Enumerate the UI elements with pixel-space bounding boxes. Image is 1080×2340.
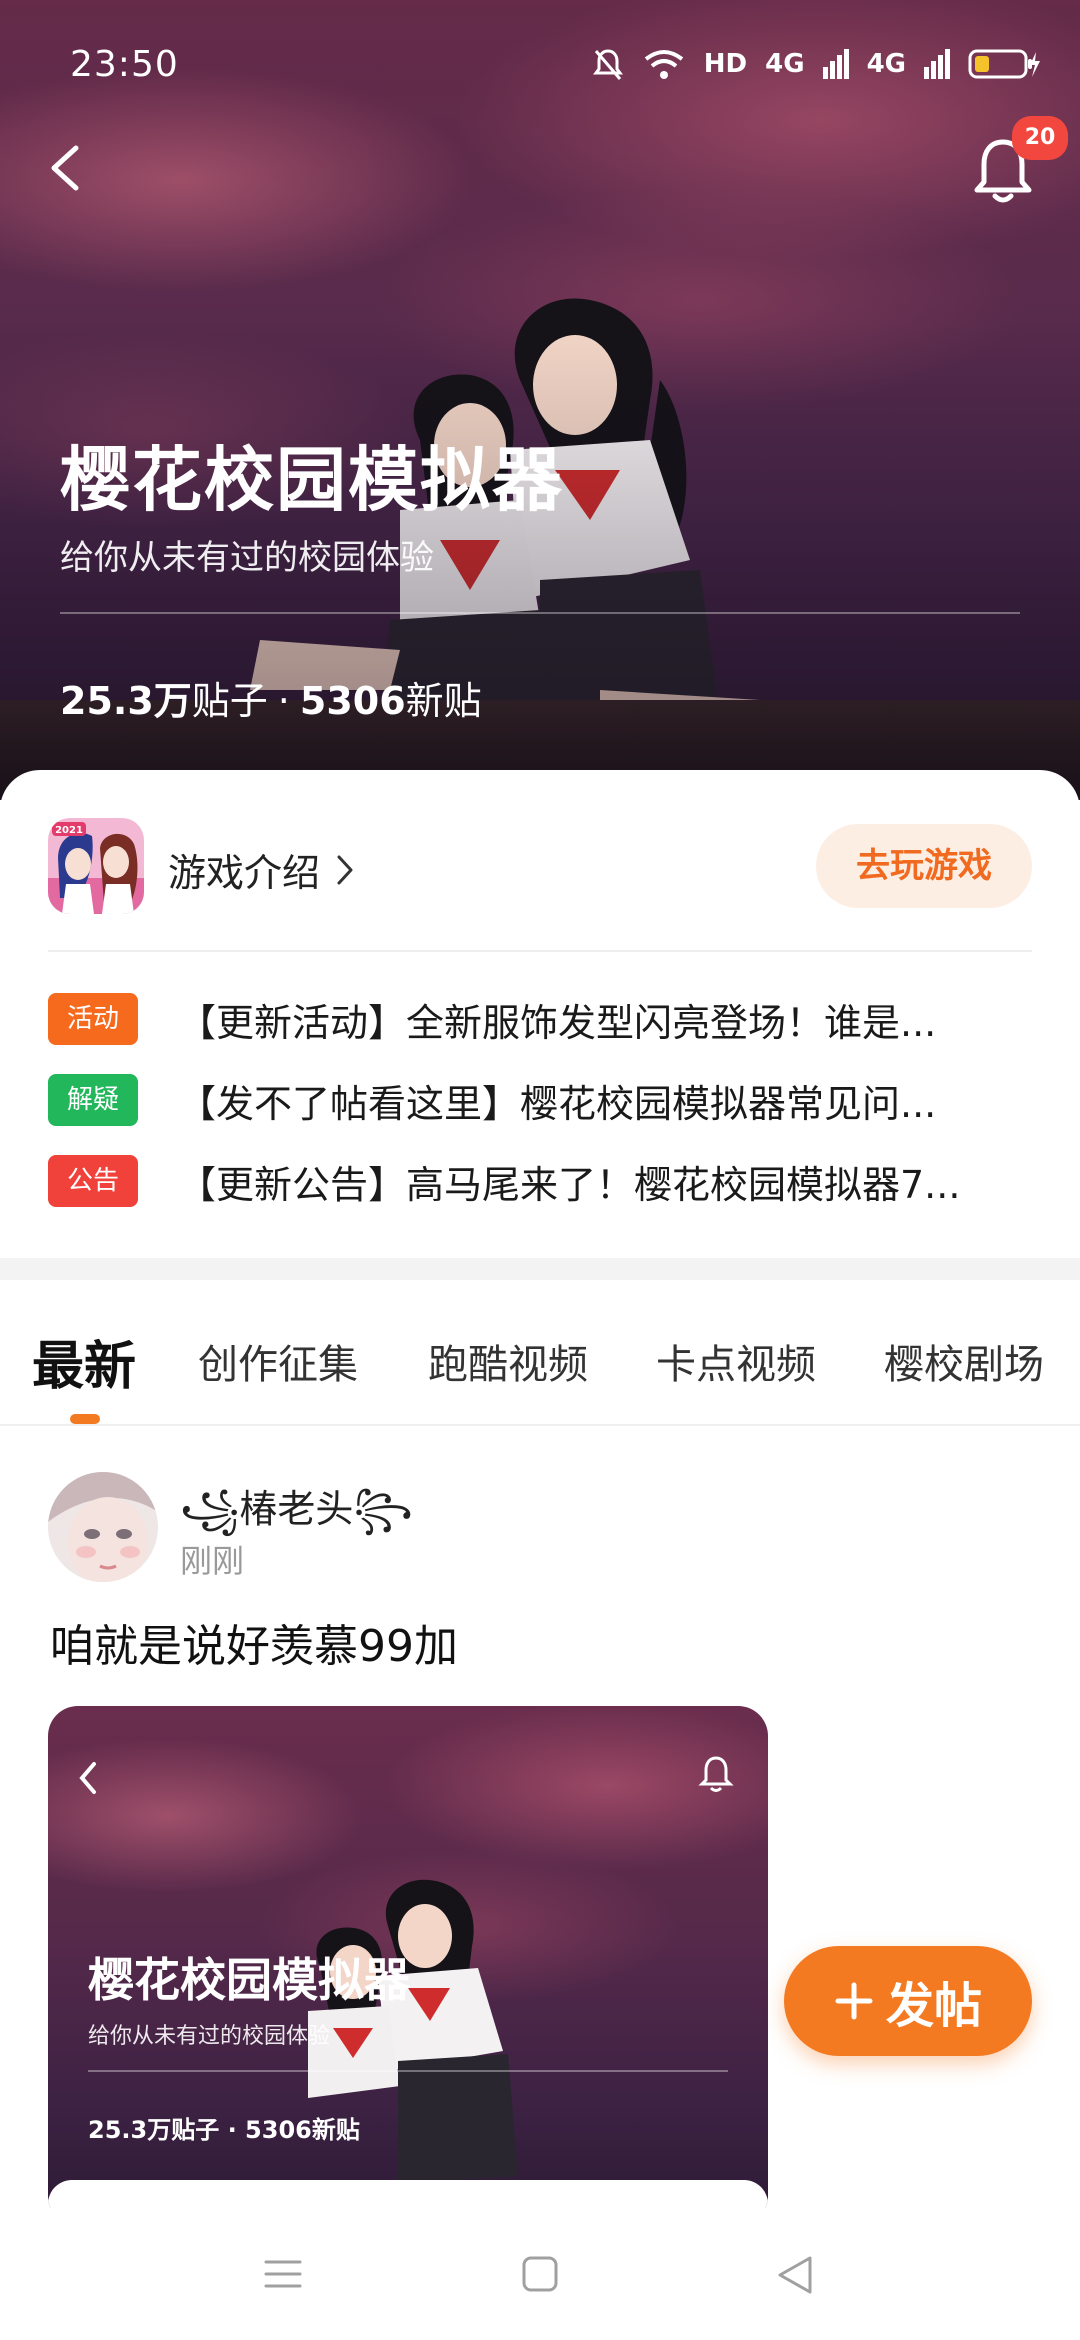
notice-text: 【更新活动】全新服饰发型闪亮登场！谁是... <box>178 1000 937 1045</box>
card-divider <box>48 950 1032 952</box>
back-triangle-icon[interactable] <box>774 2254 816 2296</box>
new-posts-count: 5306 <box>299 679 406 723</box>
notice-tag: 活动 <box>48 993 138 1045</box>
thumb-title: 樱花校园模拟器 <box>88 1953 410 2007</box>
game-intro-label: 游戏介绍 <box>168 851 321 895</box>
thumb-subtitle: 给你从未有过的校园体验 <box>88 2024 331 2049</box>
posts-label: 贴子 <box>191 679 268 723</box>
user-avatar-image <box>48 1472 158 1582</box>
game-icon-badge: 2021 <box>55 825 83 836</box>
notice-text: 【发不了帖看这里】樱花校园模拟器常见问... <box>178 1081 937 1126</box>
game-app-icon: 2021 <box>48 818 144 914</box>
status-bar: 23:50 HD 4G 4G <box>0 0 1080 130</box>
status-icons: HD 4G 4G <box>592 44 1040 84</box>
forum-stats: 25.3万贴子 · 5306新贴 <box>60 670 482 725</box>
status-time: 23:50 <box>70 44 179 85</box>
game-intro-link[interactable]: 游戏介绍 <box>168 842 356 897</box>
posts-count: 25.3万 <box>60 679 192 723</box>
network-label-2: 4G <box>866 49 906 79</box>
back-button[interactable] <box>38 138 94 198</box>
signal-icon-1 <box>822 49 849 79</box>
forum-title: 樱花校园模拟器 <box>60 439 564 521</box>
tab-parkour-videos[interactable]: 跑酷视频 <box>428 1332 588 1390</box>
category-tabs: 最新 创作征集 跑酷视频 卡点视频 樱校剧场 <box>0 1280 1080 1425</box>
tab-school-theater[interactable]: 樱校剧场 <box>884 1332 1044 1390</box>
thumb-stats: 25.3万贴子 · 5306新贴 <box>88 2116 360 2144</box>
avatar[interactable] <box>48 1472 158 1582</box>
notice-tag: 公告 <box>48 1155 138 1207</box>
tab-beat-videos[interactable]: 卡点视频 <box>656 1332 816 1390</box>
create-post-label: 发帖 <box>885 1978 982 2034</box>
battery-icon <box>968 49 1040 79</box>
chevron-right-icon <box>337 855 353 884</box>
tabs-divider <box>0 1424 1080 1426</box>
menu-icon[interactable] <box>262 2254 304 2294</box>
network-label-1: 4G <box>765 49 805 79</box>
tab-creation-call[interactable]: 创作征集 <box>198 1332 358 1390</box>
notification-count-badge: 20 <box>1012 116 1068 160</box>
mute-bell-icon <box>592 49 623 80</box>
forum-subtitle: 给你从未有过的校园体验 <box>60 538 434 578</box>
tab-latest[interactable]: 最新 <box>32 1324 136 1399</box>
notice-text: 【更新公告】高马尾来了！樱花校园模拟器7... <box>178 1162 961 1207</box>
notice-item[interactable]: 活动 【更新活动】全新服饰发型闪亮登场！谁是... <box>48 989 1038 1049</box>
plus-icon <box>835 1982 873 2020</box>
notice-tag: 解疑 <box>48 1074 138 1126</box>
post-time: 刚刚 <box>180 1542 245 1580</box>
create-post-button[interactable]: 发帖 <box>784 1946 1032 2056</box>
signal-icon-2 <box>924 49 950 79</box>
hero-divider <box>60 612 1020 614</box>
thumb-divider <box>88 2070 728 2072</box>
stats-separator: · <box>277 679 290 723</box>
wifi-icon <box>644 50 684 79</box>
post-text[interactable]: 咱就是说好羡慕99加 <box>50 1610 458 1674</box>
post-image[interactable]: 樱花校园模拟器 给你从未有过的校园体验 25.3万贴子 · 5306新贴 <box>48 1706 768 2226</box>
home-square-icon[interactable] <box>520 2254 560 2294</box>
system-navigation-bar <box>0 2208 1080 2340</box>
new-posts-label: 新贴 <box>405 679 482 723</box>
active-tab-indicator <box>70 1414 100 1424</box>
game-icon[interactable]: 2021 <box>48 818 144 914</box>
notice-item[interactable]: 解疑 【发不了帖看这里】樱花校园模拟器常见问... <box>48 1070 1038 1130</box>
section-gap <box>0 1258 1080 1280</box>
chevron-left-icon <box>51 145 79 191</box>
notice-item[interactable]: 公告 【更新公告】高马尾来了！樱花校园模拟器7... <box>48 1151 1038 1211</box>
play-game-button[interactable]: 去玩游戏 <box>816 824 1032 908</box>
hd-label: HD <box>703 49 748 79</box>
